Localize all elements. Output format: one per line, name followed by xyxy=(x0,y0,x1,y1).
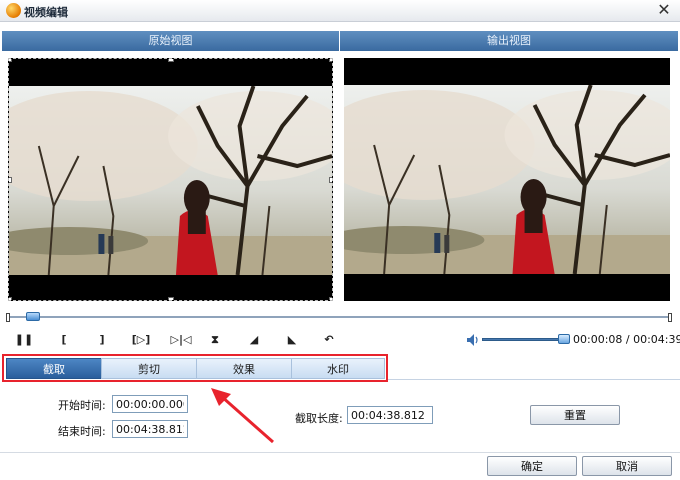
crop-handle-bottom[interactable] xyxy=(168,297,174,300)
timeline-thumb[interactable] xyxy=(26,312,40,321)
reset-button[interactable]: 重置 xyxy=(530,405,620,425)
crop-handle-top-left[interactable] xyxy=(9,59,12,62)
cancel-button[interactable]: 取消 xyxy=(582,456,672,476)
step-icon[interactable]: ▷|◁ xyxy=(168,330,194,350)
segment-play-icon[interactable]: [▷] xyxy=(128,330,154,350)
clip-length-field xyxy=(347,406,433,424)
crop-handle-bottom-left[interactable] xyxy=(9,297,12,300)
crop-handle-top-right[interactable] xyxy=(329,59,332,62)
mark-in-icon[interactable]: [ xyxy=(54,330,74,350)
video-frame xyxy=(344,85,670,274)
time-readout: 00:00:08 / 00:04:39 xyxy=(573,333,680,346)
footer-divider xyxy=(0,452,680,453)
clip-length-label: 截取长度: xyxy=(295,412,343,425)
crop-handle-left[interactable] xyxy=(9,177,12,183)
tabs-highlight-box xyxy=(2,354,388,382)
crop-handle-bottom-right[interactable] xyxy=(329,297,332,300)
timeline-track xyxy=(8,316,670,318)
title-bar: 视频编辑 ✕ xyxy=(0,0,680,22)
close-button[interactable]: ✕ xyxy=(656,1,672,19)
mark-out-icon[interactable]: ] xyxy=(92,330,112,350)
end-time-label: 结束时间: xyxy=(58,425,106,438)
crop-handle-right[interactable] xyxy=(329,177,332,183)
end-time-input[interactable] xyxy=(112,420,188,438)
output-view-header: 输出视图 xyxy=(340,31,678,51)
output-preview xyxy=(344,58,670,301)
start-time-input[interactable] xyxy=(112,395,188,413)
video-frame xyxy=(9,86,332,275)
ok-button[interactable]: 确定 xyxy=(487,456,577,476)
reset-rotate-icon[interactable]: ↶ xyxy=(319,330,339,350)
original-view-header: 原始视图 xyxy=(2,31,339,51)
timeline-slider[interactable] xyxy=(6,312,672,322)
annotation-arrow xyxy=(211,388,274,444)
window-title: 视频编辑 xyxy=(24,6,68,19)
pause-icon[interactable]: ❚❚ xyxy=(14,330,34,350)
rotate-left-icon[interactable]: ◣ xyxy=(282,330,302,350)
volume-thumb[interactable] xyxy=(558,334,570,344)
timeline-end-marker[interactable] xyxy=(668,313,672,322)
crop-handle-top[interactable] xyxy=(168,59,174,62)
volume-slider[interactable] xyxy=(482,338,568,341)
rotate-right-icon[interactable]: ◢ xyxy=(244,330,264,350)
app-icon xyxy=(6,3,21,18)
flip-vertical-icon[interactable]: ⧗ xyxy=(205,330,225,350)
tab-strip-divider xyxy=(388,379,680,380)
timeline-start-marker[interactable] xyxy=(6,313,10,322)
speaker-icon[interactable] xyxy=(466,333,480,347)
start-time-label: 开始时间: xyxy=(58,399,106,412)
original-preview[interactable] xyxy=(8,58,333,301)
